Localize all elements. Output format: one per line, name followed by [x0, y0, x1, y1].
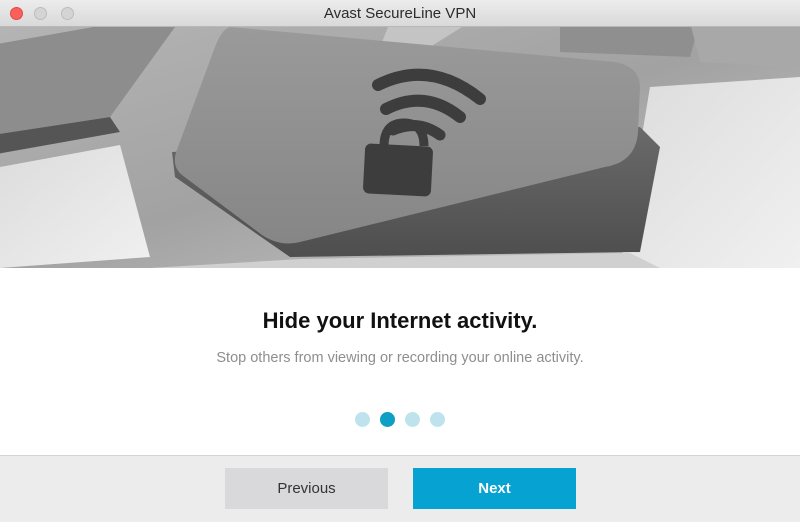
pagination-dots: [0, 412, 800, 427]
title-bar: Avast SecureLine VPN: [0, 0, 800, 27]
window-title: Avast SecureLine VPN: [323, 5, 477, 22]
next-button[interactable]: Next: [413, 468, 576, 509]
pagination-dot-2[interactable]: [380, 412, 395, 427]
keyboard-illustration: [0, 27, 800, 268]
pagination-dot-3[interactable]: [405, 412, 420, 427]
hero-image: [0, 27, 800, 268]
footer-bar: Previous Next: [0, 455, 800, 522]
pagination-dot-1[interactable]: [355, 412, 370, 427]
previous-button[interactable]: Previous: [225, 468, 388, 509]
pagination-dot-4[interactable]: [430, 412, 445, 427]
slide-description: Stop others from viewing or recording yo…: [216, 350, 584, 366]
slide-headline: Hide your Internet activity.: [262, 308, 538, 333]
app-window: Avast SecureLine VPN Hide your Internet …: [0, 0, 800, 522]
